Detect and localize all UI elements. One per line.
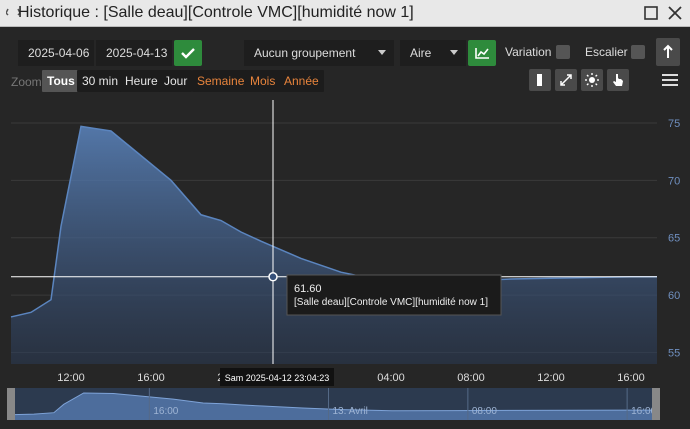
chart-icon xyxy=(475,48,489,59)
column-button[interactable] xyxy=(529,69,551,91)
zoom-month-button[interactable]: Mois xyxy=(245,70,281,92)
zoom-all-button[interactable]: Tous xyxy=(42,70,80,92)
chevron-down-icon xyxy=(450,50,458,55)
y-tick-label: 70 xyxy=(668,175,680,187)
theme-button[interactable] xyxy=(581,69,603,91)
zoom-year-button[interactable]: Année xyxy=(279,70,324,92)
y-tick-label: 65 xyxy=(668,233,680,245)
compare-button[interactable] xyxy=(555,69,577,91)
x-crosshair-label: Sam 2025-04-12 23:04:23 xyxy=(225,373,330,383)
hamburger-icon xyxy=(662,74,678,86)
zoom-day-button[interactable]: Jour xyxy=(159,70,193,92)
grouping-value: Aucun groupement xyxy=(254,46,356,60)
navigator-label: 08:00 xyxy=(472,406,497,417)
navigator-handle-right xyxy=(652,388,660,420)
zoom-label: Zoom xyxy=(11,75,42,89)
zoom-hour-button[interactable]: Heure xyxy=(120,70,163,92)
variation-checkbox[interactable] xyxy=(556,45,570,59)
navigator-label: 16:00 xyxy=(153,406,178,417)
chart-menu-button[interactable] xyxy=(658,69,682,91)
series-area xyxy=(11,126,657,365)
grouping-select[interactable]: Aucun groupement xyxy=(244,40,394,66)
chart-type-value: Aire xyxy=(410,46,432,60)
window-titlebar: Historique : [Salle deau][Controle VMC][… xyxy=(0,0,690,27)
area-chart-button[interactable] xyxy=(468,40,496,66)
zoom-30min-button[interactable]: 30 min xyxy=(77,70,124,92)
close-icon[interactable] xyxy=(666,4,684,22)
y-tick-label: 75 xyxy=(668,118,680,130)
tooltip-box xyxy=(286,274,502,316)
escalier-checkbox[interactable] xyxy=(631,45,645,59)
x-tick-label: 12:00 xyxy=(57,372,85,384)
history-chart[interactable]: 5560657075 12:0016:0020:0004:0008:0012:0… xyxy=(0,100,690,429)
navigator-handle-left xyxy=(7,388,15,420)
pointer-icon xyxy=(613,74,623,86)
compare-icon xyxy=(560,74,572,86)
check-icon xyxy=(181,48,195,59)
window-title: Historique : [Salle deau][Controle VMC][… xyxy=(18,4,414,21)
y-tick-label: 55 xyxy=(668,348,680,360)
apply-dates-button[interactable] xyxy=(174,40,202,66)
y-axis-labels: 55 60 65 70 75 xyxy=(668,118,680,360)
x-tick-label: 08:00 xyxy=(457,372,485,384)
chevron-down-icon xyxy=(378,50,386,55)
chart-type-select[interactable]: Aire xyxy=(400,40,466,66)
tooltip-value: 61.60 xyxy=(294,283,322,295)
x-axis-labels: 12:0016:0020:0004:0008:0012:0016:00 xyxy=(57,372,645,384)
variation-label: Variation xyxy=(505,45,552,59)
x-tick-label: 16:00 xyxy=(137,372,165,384)
scroll-up-button[interactable] xyxy=(656,38,680,66)
hover-point xyxy=(268,272,278,282)
sun-icon xyxy=(585,73,599,87)
arrow-up-icon xyxy=(663,44,673,58)
escalier-label: Escalier xyxy=(585,45,628,59)
date-end-input[interactable]: 2025-04-13 xyxy=(96,40,172,66)
y-tick-label: 60 xyxy=(668,290,680,302)
column-icon xyxy=(537,74,542,86)
x-tick-label: 12:00 xyxy=(537,372,565,384)
x-tick-label: 04:00 xyxy=(377,372,405,384)
zoom-week-button[interactable]: Semaine xyxy=(192,70,250,92)
chart-series xyxy=(10,125,657,365)
chart-navigator[interactable]: 16:00 13. Avril 08:00 16:00 xyxy=(7,388,660,420)
date-start-input[interactable]: 2025-04-06 xyxy=(18,40,94,66)
x-tick-label: 16:00 xyxy=(617,372,645,384)
tooltip-series: [Salle deau][Controle VMC][humidité now … xyxy=(294,297,488,308)
pointer-button[interactable] xyxy=(607,69,629,91)
maximize-icon[interactable] xyxy=(642,4,660,22)
navigator-label: 13. Avril xyxy=(333,406,368,417)
